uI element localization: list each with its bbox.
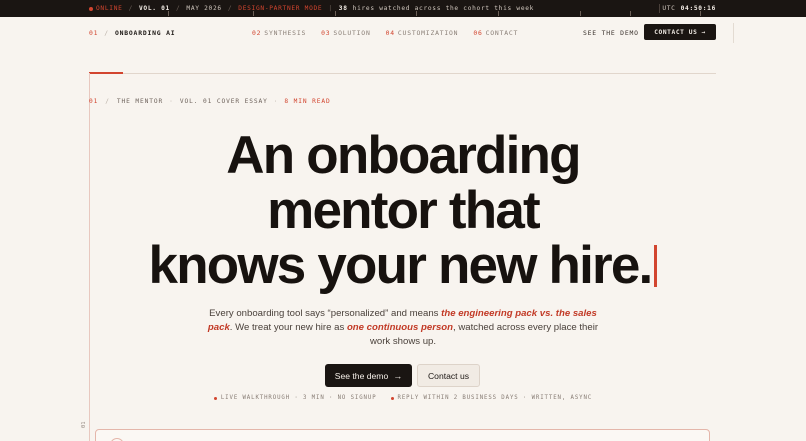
hires-count: 38 <box>338 5 348 12</box>
hero-headline: An onboarding mentor that knows your new… <box>100 128 706 293</box>
contact-us-secondary-button[interactable]: Contact us <box>417 364 480 387</box>
utc-label: UTC <box>662 5 676 12</box>
eyebrow: 01 / THE MENTOR · VOL. 01 COVER ESSAY · … <box>89 98 331 105</box>
side-section-number: 01 <box>81 421 87 428</box>
text-cursor-icon <box>654 245 658 287</box>
nav-links: 02 SYNTHESIS 03 SOLUTION 04 CUSTOMIZATIO… <box>252 29 533 37</box>
frame-top-rule <box>89 73 716 74</box>
brand-link[interactable]: 01 / ONBOARDING AI <box>89 29 175 37</box>
eyebrow-read-time: 8 MIN READ <box>284 98 331 105</box>
meta-reply: REPLY WITHIN 2 BUSINESS DAYS · WRITTEN, … <box>397 395 593 401</box>
cta-meta: LIVE WALKTHROUGH · 3 MIN · NO SIGNUP REP… <box>0 395 806 401</box>
nav-link-synthesis[interactable]: 02 SYNTHESIS <box>252 29 306 37</box>
utc-time: 04:50:16 <box>680 5 716 12</box>
issue-date: MAY 2026 <box>186 5 222 12</box>
brand-number: 01 <box>89 29 99 37</box>
nav-link-contact[interactable]: 06 CONTACT <box>473 29 518 37</box>
online-dot-icon <box>89 6 93 11</box>
see-demo-link[interactable]: SEE THE DEMO <box>583 29 639 37</box>
frame-left-rule <box>89 73 90 441</box>
meta-walkthrough: LIVE WALKTHROUGH · 3 MIN · NO SIGNUP <box>220 395 377 401</box>
see-demo-button[interactable]: See the demo → <box>325 364 412 387</box>
contact-us-button[interactable]: CONTACT US → <box>644 24 716 40</box>
eyebrow-issue: VOL. 01 COVER ESSAY <box>179 98 268 105</box>
headline-line-1: An onboarding <box>226 126 581 185</box>
status-ticker: ONLINE / VOL. 01 / MAY 2026 / DESIGN-PAR… <box>0 0 806 17</box>
brand-name: ONBOARDING AI <box>114 29 176 37</box>
bullet-dot-icon <box>390 396 394 400</box>
arrow-right-icon: → <box>393 370 403 381</box>
mode-label: DESIGN-PARTNER MODE <box>238 5 323 12</box>
main-nav: 01 / ONBOARDING AI 02 SYNTHESIS 03 SOLUT… <box>0 17 806 49</box>
bullet-dot-icon <box>213 396 217 400</box>
hires-text: hires watched across the cohort this wee… <box>352 5 535 12</box>
preview-card <box>95 429 710 441</box>
eyebrow-number: 01 <box>89 98 99 105</box>
nav-link-customization[interactable]: 04 CUSTOMIZATION <box>386 29 459 37</box>
online-status: ONLINE <box>96 5 123 12</box>
frame-accent-rule <box>89 72 123 74</box>
hero-lede: Every onboarding tool says “personalized… <box>207 308 599 348</box>
divider <box>733 23 734 43</box>
utc-clock: UTC 04:50:16 <box>662 0 716 17</box>
arrow-right-icon: → <box>701 28 706 36</box>
volume-label: VOL. 01 <box>139 5 170 12</box>
nav-link-solution[interactable]: 03 SOLUTION <box>321 29 370 37</box>
headline-line-3: knows your new hire. <box>148 236 654 295</box>
eyebrow-section: THE MENTOR <box>116 98 164 105</box>
lede-emphasis-person: one continuous person <box>346 322 454 334</box>
headline-line-2: mentor that <box>267 181 541 240</box>
